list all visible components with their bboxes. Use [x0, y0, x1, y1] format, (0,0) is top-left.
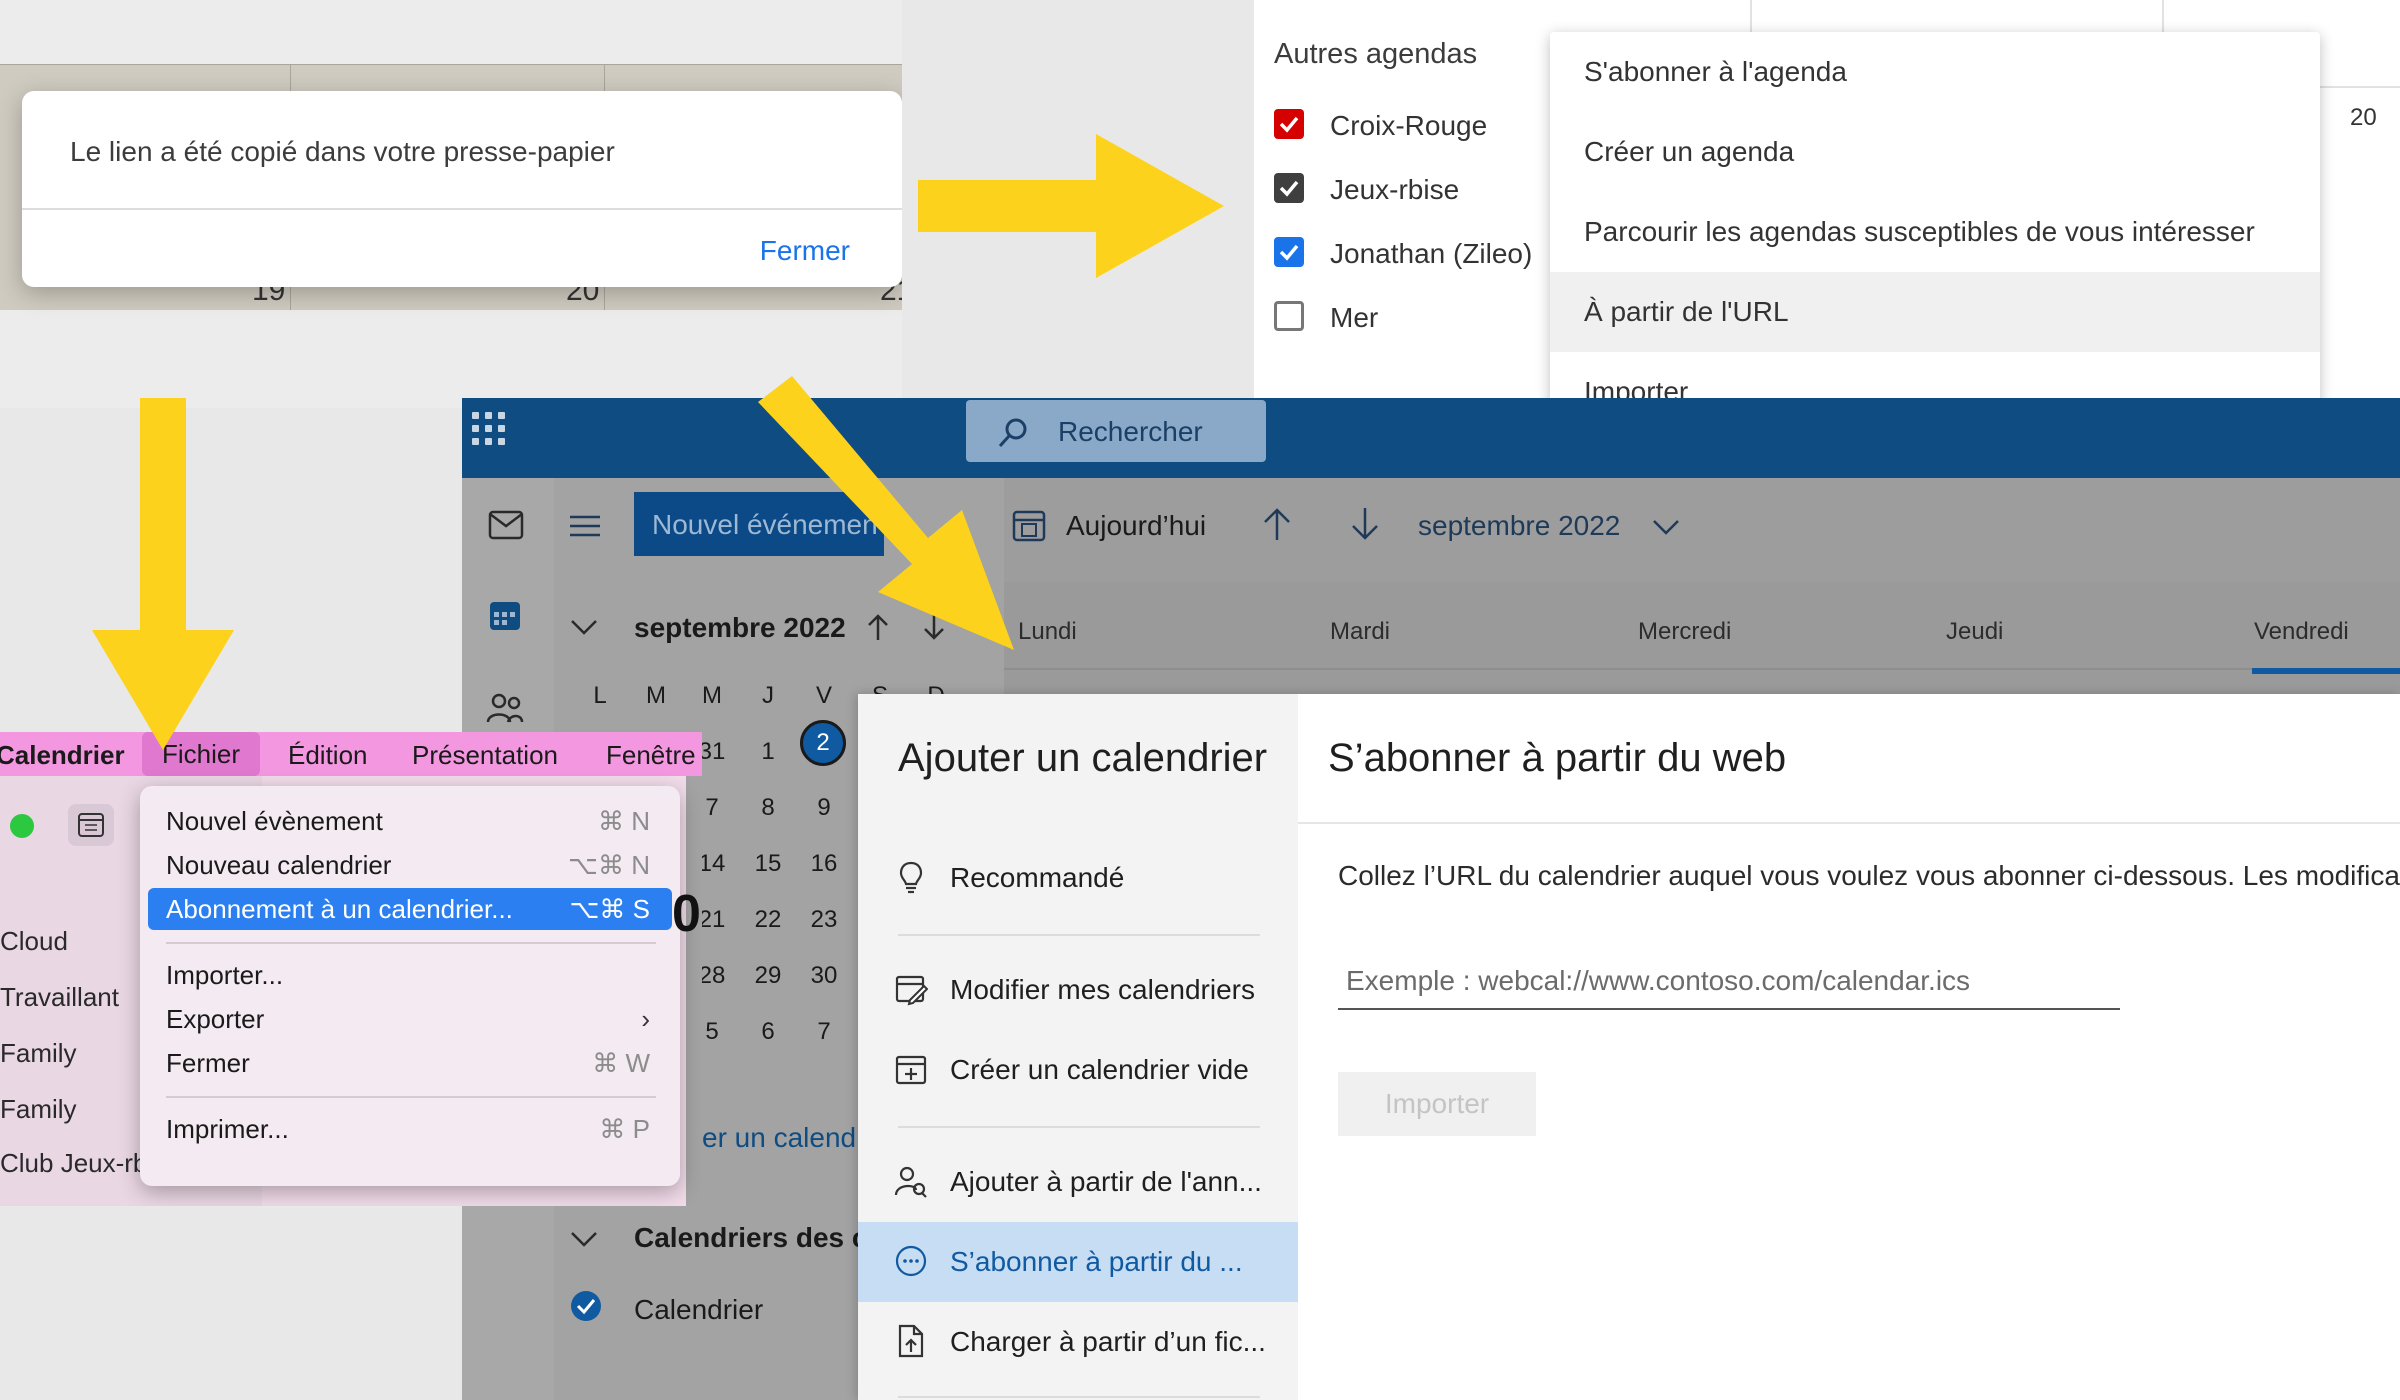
arrow-diagonal-icon: [758, 376, 1014, 650]
arrow-right-icon: [918, 134, 1224, 278]
arrows-overlay: [92, 134, 1224, 750]
arrow-down-icon: [92, 398, 234, 750]
